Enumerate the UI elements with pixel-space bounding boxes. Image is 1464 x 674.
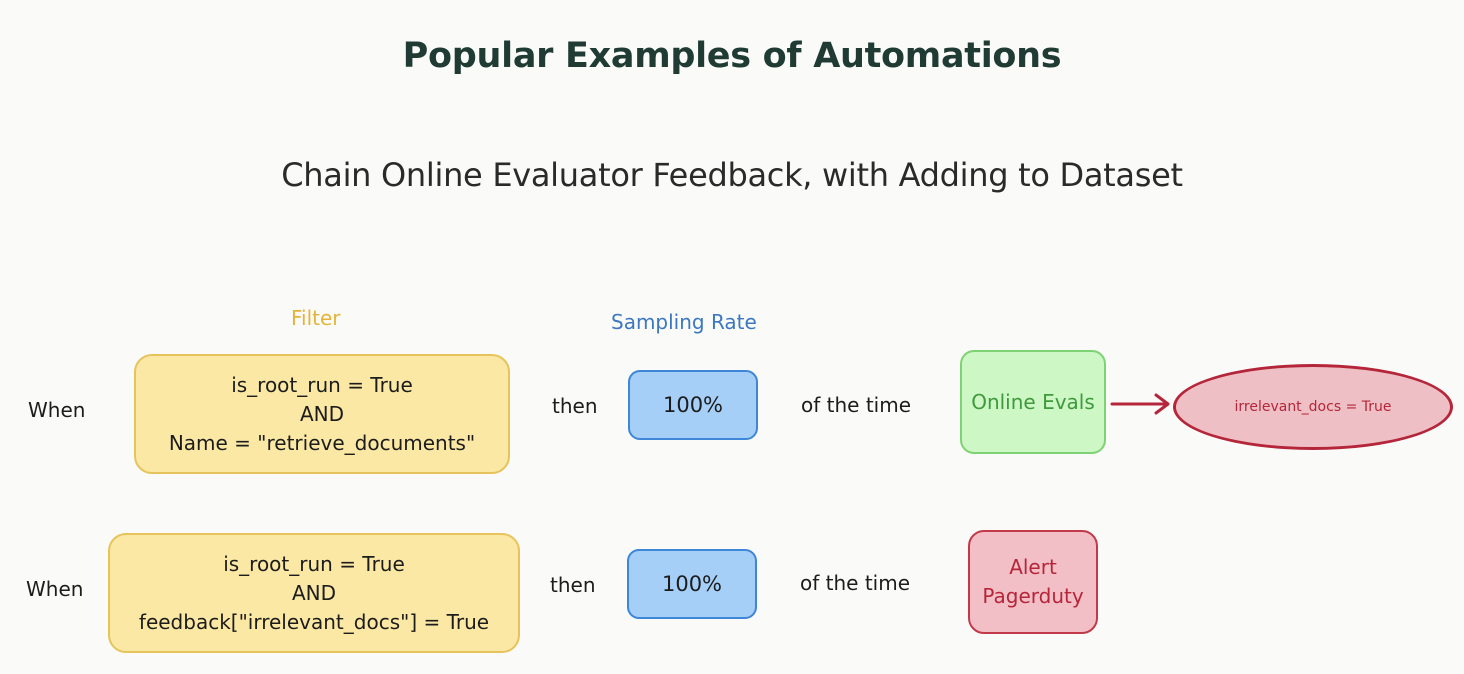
row2-of-the-time-text: of the time — [800, 571, 910, 595]
row2-then-text: then — [550, 573, 596, 597]
row2-filter-line-3: feedback["irrelevant_docs"] = True — [138, 609, 490, 634]
row2-alert-pagerduty-box: Alert Pagerduty — [968, 530, 1098, 634]
row1-filter-line-2: AND — [299, 401, 345, 426]
page-subtitle: Chain Online Evaluator Feedback, with Ad… — [281, 156, 1183, 194]
row2-filter-line-1: is_root_run = True — [223, 551, 405, 576]
row2-sampling-rate-value: 100% — [661, 572, 723, 596]
row1-of-the-time-text: of the time — [801, 393, 911, 417]
row2-filter-box: is_root_run = True AND feedback["irrelev… — [108, 533, 520, 653]
row1-sampling-rate-value: 100% — [662, 393, 724, 417]
row1-then-text: then — [552, 394, 598, 418]
row1-arrow-icon — [1110, 393, 1170, 415]
row2-filter-line-2: AND — [291, 580, 337, 605]
row2-sampling-rate-box: 100% — [627, 549, 757, 619]
row1-result-oval: irrelevant_docs = True — [1173, 364, 1453, 450]
row1-sampling-rate-box: 100% — [628, 370, 758, 440]
row1-result-text: irrelevant_docs = True — [1234, 399, 1392, 415]
row1-filter-line-3: Name = "retrieve_documents" — [168, 430, 476, 455]
row1-filter-box: is_root_run = True AND Name = "retrieve_… — [134, 354, 510, 474]
row2-action-line-2: Pagerduty — [982, 584, 1084, 608]
filter-column-label: Filter — [291, 306, 341, 330]
row1-action-label: Online Evals — [971, 390, 1095, 414]
row1-when-text: When — [28, 398, 86, 422]
row1-filter-line-1: is_root_run = True — [231, 372, 413, 397]
sampling-rate-column-label: Sampling Rate — [611, 310, 757, 334]
row1-online-evals-box: Online Evals — [960, 350, 1106, 454]
page-title: Popular Examples of Automations — [402, 36, 1062, 76]
row2-when-text: When — [26, 577, 84, 601]
row2-action-line-1: Alert — [1009, 555, 1057, 579]
